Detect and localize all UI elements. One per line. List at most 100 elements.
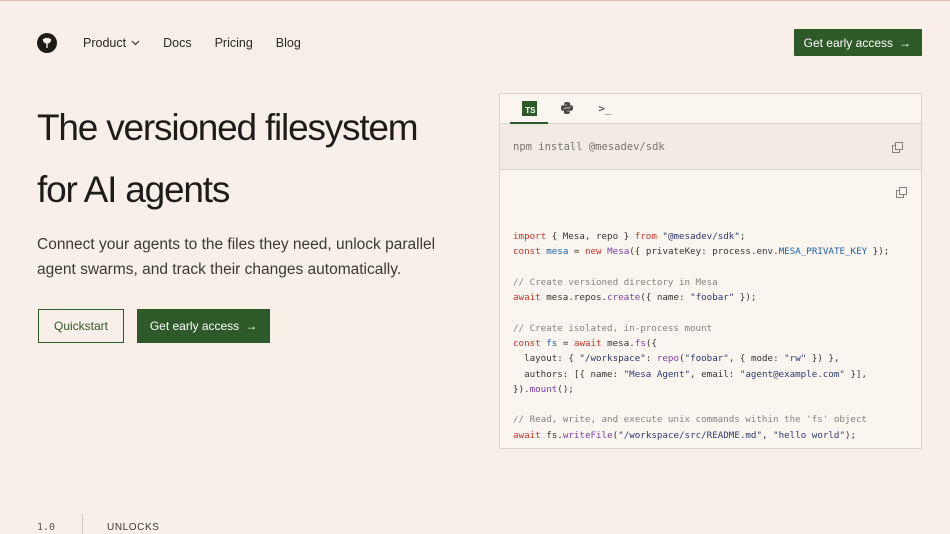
code-token: "rw" xyxy=(784,353,807,365)
code-token: }); xyxy=(867,246,890,258)
code-token: }); xyxy=(734,292,757,304)
nav-pricing[interactable]: Pricing xyxy=(215,36,253,50)
code-token: ; xyxy=(739,230,746,242)
arrow-right-icon: → xyxy=(245,319,258,333)
code-line: await fs.writeFile("/workspace/src/READM… xyxy=(513,428,921,440)
nav-cta-label: Get early access xyxy=(803,35,893,50)
chevron-down-icon xyxy=(131,40,140,46)
code-line: // Create versioned directory in Mesa xyxy=(513,275,921,290)
python-icon xyxy=(561,102,573,114)
copy-icon[interactable] xyxy=(896,187,907,198)
copy-icon[interactable] xyxy=(892,142,903,153)
code-token: mount xyxy=(529,383,558,395)
code-token: { Mesa, repo } xyxy=(546,230,635,242)
tab-python[interactable] xyxy=(548,93,586,123)
code-token: ); xyxy=(844,429,857,440)
code-token: ({ privateKey: process.env. xyxy=(629,246,779,258)
quickstart-button[interactable]: Quickstart xyxy=(38,309,124,343)
code-line: // Read, write, and execute unix command… xyxy=(513,412,921,427)
code-line: // Create isolated, in-process mount xyxy=(513,321,921,336)
code-token: // Create isolated, in-process mount xyxy=(513,322,713,334)
code-token: await xyxy=(513,292,541,304)
code-token: mesa. xyxy=(601,337,635,349)
code-token: "@mesadev/sdk" xyxy=(662,230,740,242)
code-token: = xyxy=(568,246,585,258)
code-token: Mesa xyxy=(607,246,630,258)
code-token: authors: [{ name: xyxy=(513,368,624,380)
code-token: import xyxy=(513,230,547,242)
top-accent-line xyxy=(0,0,950,1)
version-number: 1.0 xyxy=(37,522,56,533)
code-token: const xyxy=(513,337,541,349)
code-line: import { Mesa, repo } from "@mesadev/sdk… xyxy=(513,229,921,244)
code-block: import { Mesa, repo } from "@mesadev/sdk… xyxy=(500,170,921,440)
code-token: mesa xyxy=(546,246,569,258)
install-command-bar: npm install @mesadev/sdk xyxy=(500,124,921,170)
code-token: ({ xyxy=(645,337,657,349)
code-line: const mesa = new Mesa({ privateKey: proc… xyxy=(513,244,921,259)
code-token: }). xyxy=(513,383,530,395)
code-token: "hello world" xyxy=(773,429,845,440)
hero-title: The versioned filesystem for AI agents xyxy=(37,97,477,221)
code-token: MESA_PRIVATE_KEY xyxy=(778,246,868,258)
code-token: fs xyxy=(634,337,646,349)
code-token: writeFile xyxy=(562,429,613,440)
code-token: await xyxy=(513,429,541,440)
nav-product-label: Product xyxy=(83,36,127,50)
hero-get-early-access-button[interactable]: Get early access → xyxy=(137,309,270,343)
top-nav: Product Docs Pricing Blog Get early acce… xyxy=(37,29,922,57)
code-line: }).mount(); xyxy=(513,382,921,397)
hero-title-line2: for AI agents xyxy=(37,169,230,210)
nav-docs-label: Docs xyxy=(163,36,192,50)
hero-cta-label: Get early access xyxy=(149,319,240,333)
code-line: layout: { "/workspace": repo("foobar", {… xyxy=(513,351,921,366)
code-token: : xyxy=(645,353,657,365)
code-panel: TS >_ npm install @mesadev/sdk import { … xyxy=(499,93,922,449)
nav-get-early-access-button[interactable]: Get early access → xyxy=(793,29,922,56)
code-line: authors: [{ name: "Mesa Agent", email: "… xyxy=(513,367,921,382)
code-token: }], xyxy=(844,368,868,380)
code-token: from xyxy=(634,230,657,242)
code-token: ({ name: xyxy=(640,292,691,304)
tab-terminal[interactable]: >_ xyxy=(586,93,624,123)
nav-docs[interactable]: Docs xyxy=(163,36,191,50)
tab-typescript[interactable]: TS xyxy=(510,93,548,124)
code-token: "Mesa Agent" xyxy=(623,368,691,380)
code-token: await xyxy=(573,337,602,349)
code-token: , xyxy=(761,429,774,440)
nav-blog[interactable]: Blog xyxy=(276,36,301,50)
code-token: (); xyxy=(557,383,574,395)
code-token: "foobar" xyxy=(684,353,729,365)
logo-mark xyxy=(42,37,52,48)
code-lines: import { Mesa, repo } from "@mesadev/sdk… xyxy=(513,229,921,440)
code-token: , { mode: xyxy=(728,353,785,365)
nav-product[interactable]: Product xyxy=(83,36,140,50)
nav-pricing-label: Pricing xyxy=(214,36,253,50)
code-line: await mesa.repos.create({ name: "foobar"… xyxy=(513,290,921,305)
code-token: create xyxy=(607,292,641,304)
arrow-right-icon: → xyxy=(899,35,911,50)
divider xyxy=(82,514,83,534)
install-command: npm install @mesadev/sdk xyxy=(513,140,665,153)
code-token: repo xyxy=(656,353,679,365)
hero-subtitle: Connect your agents to the files they ne… xyxy=(37,236,436,278)
code-token: const xyxy=(513,246,541,258)
code-token: , email: xyxy=(690,368,740,380)
logo-icon[interactable] xyxy=(37,33,57,53)
code-line: const fs = await mesa.fs({ xyxy=(513,336,921,351)
code-token: fs xyxy=(546,337,558,349)
section-label: UNLOCKS xyxy=(107,522,160,533)
code-token: "agent@example.com" xyxy=(739,368,845,380)
code-token: // Read, write, and execute unix command… xyxy=(513,414,868,426)
language-tabs: TS >_ xyxy=(500,94,921,124)
code-token: fs. xyxy=(540,429,563,440)
code-token: "foobar" xyxy=(690,292,735,304)
code-token: = xyxy=(557,337,574,349)
terminal-icon: >_ xyxy=(598,101,612,115)
quickstart-label: Quickstart xyxy=(53,319,108,333)
code-token: "/workspace" xyxy=(579,353,646,365)
hero-title-line1: The versioned filesystem xyxy=(37,107,419,148)
